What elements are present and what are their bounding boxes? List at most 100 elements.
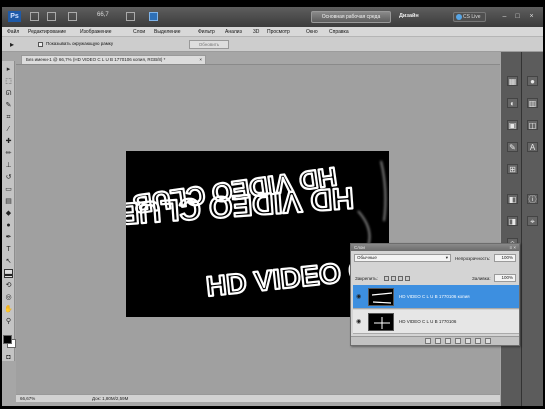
eyedropper-tool-icon[interactable]: ⁄: [4, 125, 13, 134]
design-workspace-link[interactable]: Дизайн: [399, 13, 419, 19]
show-transform-label: Показывать окружающую рамку: [46, 41, 114, 46]
arrange-documents-icon[interactable]: [126, 12, 135, 21]
menu-help[interactable]: Справка: [329, 29, 349, 35]
lasso-tool-icon[interactable]: ᘏ: [4, 89, 13, 98]
tools-panel: ▸ ⬚ ᘏ ✎ ⌗ ⁄ ✚ ✏ ⊥ ↺ ▭ ▤ ◆ ● ✒ T ↖ ▬ ⟲ ◎ …: [2, 61, 16, 362]
new-layer-icon[interactable]: [475, 338, 481, 344]
brush-tool-icon[interactable]: ✏: [4, 149, 13, 158]
menu-file[interactable]: Файл: [7, 29, 19, 35]
menu-image[interactable]: Изображение: [80, 29, 112, 35]
clone-stamp-tool-icon[interactable]: ⊥: [4, 161, 13, 170]
document-tab-title: Без имени-1 @ 66,7% (HD VIDEO C L U B 17…: [26, 57, 166, 62]
crop-tool-icon[interactable]: ⌗: [4, 113, 13, 122]
styles-panel-icon[interactable]: ◫: [527, 120, 538, 130]
new-group-icon[interactable]: [465, 338, 471, 344]
foreground-color-swatch[interactable]: [3, 335, 12, 344]
menu-edit[interactable]: Редактирование: [28, 29, 66, 35]
lock-all-icon[interactable]: [405, 276, 410, 281]
close-icon[interactable]: ×: [526, 11, 537, 22]
layers-panel-title: Слои: [354, 245, 365, 250]
lock-transparency-icon[interactable]: [384, 276, 389, 281]
layer-row[interactable]: ◉ HD VIDEO C L U B 1770106 копия: [353, 285, 519, 309]
document-size-status[interactable]: Док: 1,80M/2,59M: [92, 395, 128, 402]
fill-field[interactable]: 100%: [494, 274, 516, 282]
zoom-tool-icon[interactable]: ⚲: [4, 317, 13, 326]
maximize-icon[interactable]: □: [512, 11, 523, 22]
menu-analysis[interactable]: Анализ: [225, 29, 242, 35]
dock-panel-column: ● ▥ ◫ A ⓘ ⌖: [522, 52, 543, 406]
type-tool-icon[interactable]: T: [4, 245, 13, 254]
adjustments-panel-icon[interactable]: ◐: [507, 98, 518, 108]
path-selection-tool-icon[interactable]: ↖: [4, 257, 13, 266]
mini-bridge-icon[interactable]: [47, 12, 56, 21]
layers-panel-footer: [351, 336, 519, 345]
chevron-down-icon: ▾: [445, 255, 448, 260]
navigator-panel-icon[interactable]: ⌖: [527, 216, 538, 226]
channels-panel-icon[interactable]: ◨: [507, 216, 518, 226]
eraser-tool-icon[interactable]: ▭: [4, 185, 13, 194]
layer-name[interactable]: HD VIDEO C L U B 1770106: [399, 319, 456, 324]
adjustment-layer-icon[interactable]: [455, 338, 461, 344]
quick-select-tool-icon[interactable]: ✎: [4, 101, 13, 110]
opacity-field[interactable]: 100%: [494, 254, 516, 262]
photoshop-logo: Ps: [8, 11, 21, 22]
brush-panel-icon[interactable]: ✎: [507, 142, 518, 152]
layers-panel-header[interactable]: Слои ≡ ×: [351, 244, 519, 251]
photoshop-window: Ps 66,7 Основная рабочая среда Дизайн CS…: [2, 7, 543, 406]
quick-mask-icon[interactable]: ◘: [4, 353, 13, 362]
3d-rotate-tool-icon[interactable]: ⟲: [4, 281, 13, 290]
document-tab[interactable]: Без имени-1 @ 66,7% (HD VIDEO C L U B 17…: [21, 55, 206, 64]
zoom-level-dropdown[interactable]: 66,7: [97, 12, 109, 18]
zoom-status[interactable]: 66,67%: [20, 395, 35, 402]
masks-panel-icon[interactable]: ▣: [507, 120, 518, 130]
cs-live-label: CS Live: [463, 14, 481, 20]
delete-layer-icon[interactable]: [485, 338, 491, 344]
status-bar: 66,67% Док: 1,80M/2,59M: [16, 394, 500, 402]
lock-position-icon[interactable]: [398, 276, 403, 281]
character-panel-icon[interactable]: A: [527, 142, 538, 152]
blend-mode-dropdown[interactable]: Обычные ▾: [354, 254, 451, 262]
pen-tool-icon[interactable]: ✒: [4, 233, 13, 242]
dodge-tool-icon[interactable]: ●: [4, 221, 13, 230]
menu-window[interactable]: Окно: [306, 29, 318, 35]
healing-brush-tool-icon[interactable]: ✚: [4, 137, 13, 146]
eye-icon[interactable]: ◉: [356, 294, 362, 300]
update-button[interactable]: Обновить: [189, 40, 229, 49]
blur-tool-icon[interactable]: ◆: [4, 209, 13, 218]
close-tab-icon[interactable]: ×: [199, 56, 202, 64]
gradient-tool-icon[interactable]: ▤: [4, 197, 13, 206]
menu-3d[interactable]: 3D: [253, 29, 259, 35]
menu-select[interactable]: Выделение: [154, 29, 181, 35]
link-layers-icon[interactable]: [425, 338, 431, 344]
minimize-icon[interactable]: –: [499, 11, 510, 22]
move-tool-icon[interactable]: ▸: [10, 40, 20, 49]
view-extras-icon[interactable]: [68, 12, 77, 21]
color-panel-icon[interactable]: ●: [527, 76, 538, 86]
show-transform-checkbox[interactable]: [38, 42, 43, 47]
layers-panel-icon[interactable]: ◧: [507, 194, 518, 204]
layer-style-icon[interactable]: [435, 338, 441, 344]
hand-tool-icon[interactable]: ✋: [4, 305, 13, 314]
cs-live-button[interactable]: CS Live: [453, 12, 486, 22]
shape-tool-icon[interactable]: ▬: [4, 269, 13, 278]
eye-icon[interactable]: ◉: [356, 319, 362, 325]
history-brush-tool-icon[interactable]: ↺: [4, 173, 13, 182]
add-mask-icon[interactable]: [445, 338, 451, 344]
menu-filter[interactable]: Фильтр: [198, 29, 215, 35]
move-tool-icon[interactable]: ▸: [4, 65, 13, 74]
panel-menu-icon[interactable]: ≡ ×: [509, 244, 516, 251]
marquee-tool-icon[interactable]: ⬚: [4, 77, 13, 86]
swatches-panel-icon[interactable]: ▥: [527, 98, 538, 108]
clone-source-panel-icon[interactable]: ⊞: [507, 164, 518, 174]
3d-orbit-tool-icon[interactable]: ◎: [4, 293, 13, 302]
info-panel-icon[interactable]: ⓘ: [527, 194, 538, 204]
layer-name[interactable]: HD VIDEO C L U B 1770106 копия: [399, 294, 470, 299]
menu-view[interactable]: Просмотр: [267, 29, 290, 35]
menu-layers[interactable]: Слои: [133, 29, 145, 35]
workspace-switcher-button[interactable]: Основная рабочая среда: [311, 11, 391, 23]
lock-image-icon[interactable]: [391, 276, 396, 281]
screen-mode-icon[interactable]: [149, 12, 158, 21]
history-panel-icon[interactable]: ▦: [507, 76, 518, 86]
layer-row[interactable]: ◉ HD VIDEO C L U B 1770106: [353, 310, 519, 334]
bridge-icon[interactable]: [30, 12, 39, 21]
